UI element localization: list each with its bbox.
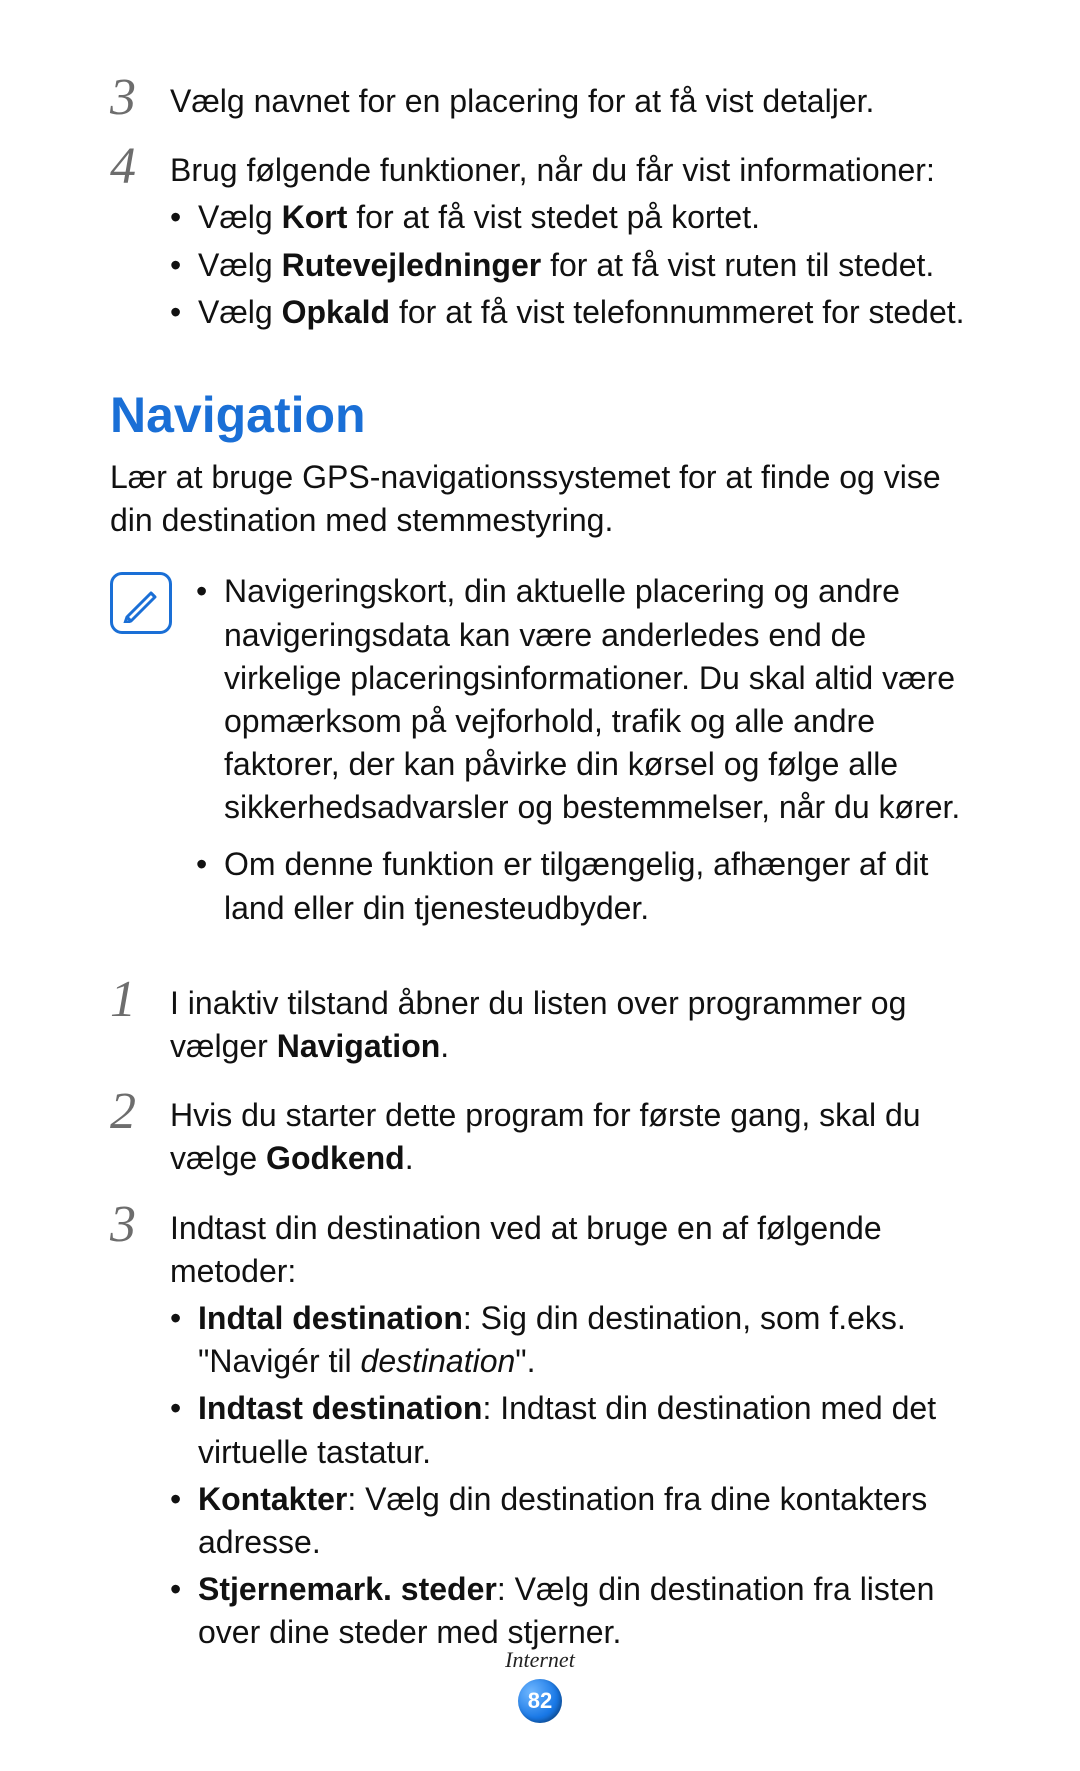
bullet-post: for at få vist ruten til stedet. [541,247,934,283]
step-text: Vælg navnet for en placering for at få v… [170,80,970,123]
bullet-post: ". [515,1343,535,1379]
bullet-bold: Kontakter [198,1481,347,1517]
list-item: Om denne funktion er tilgængelig, afhæng… [196,843,970,929]
step-body: I inaktiv tilstand åbner du listen over … [170,972,970,1072]
list-item: Vælg Kort for at få vist stedet på korte… [170,196,970,239]
list-item: Navigeringskort, din aktuelle placering … [196,570,970,829]
bullet-pre: Vælg [198,294,282,330]
note-icon [110,572,172,634]
step-post: . [440,1028,449,1064]
step-body: Hvis du starter dette program for første… [170,1084,970,1184]
step-text: I inaktiv tilstand åbner du listen over … [170,982,970,1068]
list-item: Vælg Rutevejledninger for at få vist rut… [170,244,970,287]
step-body: Vælg navnet for en placering for at få v… [170,70,970,127]
bullet-post: for at få vist stedet på kortet. [347,199,760,235]
list-item: Indtast destination: Indtast din destina… [170,1387,970,1473]
step-row: 3 Indtast din destination ved at bruge e… [110,1197,970,1659]
step-bold: Godkend [266,1140,405,1176]
list-item: Vælg Opkald for at få vist telefonnummer… [170,291,970,334]
section-heading: Navigation [110,386,970,444]
step-number: 3 [110,70,170,124]
bullet-pre: Vælg [198,199,282,235]
section-lead: Lær at bruge GPS-navigationssystemet for… [110,456,970,542]
list-item: Kontakter: Vælg din destination fra dine… [170,1478,970,1564]
bullet-bold: Indtal destination [198,1300,463,1336]
page-footer: Internet 82 [0,1647,1080,1723]
bullet-post: for at få vist telefonnummeret for stede… [390,294,964,330]
step-bold: Navigation [277,1028,441,1064]
manual-page: 3 Vælg navnet for en placering for at få… [0,0,1080,1771]
step-number: 2 [110,1084,170,1138]
step-body: Indtast din destination ved at bruge en … [170,1197,970,1659]
step-number: 4 [110,139,170,193]
list-item: Stjernemark. steder: Vælg din destinatio… [170,1568,970,1654]
step-body: Brug følgende funktioner, når du får vis… [170,139,970,338]
page-number-badge: 82 [518,1679,562,1723]
note-list: Navigeringskort, din aktuelle placering … [196,570,970,930]
bullet-italic: destination [361,1343,516,1379]
bullet-bold: Opkald [282,294,390,330]
step-bullet-list: Vælg Kort for at få vist stedet på korte… [170,196,970,334]
step-row: 1 I inaktiv tilstand åbner du listen ove… [110,972,970,1072]
bullet-bold: Stjernemark. steder [198,1571,497,1607]
bullet-bold: Indtast destination [198,1390,482,1426]
step-number: 3 [110,1197,170,1251]
footer-section-label: Internet [0,1647,1080,1673]
step-number: 1 [110,972,170,1026]
note-body: Navigeringskort, din aktuelle placering … [196,566,970,944]
bullet-pre: Vælg [198,247,282,283]
step-text: Indtast din destination ved at bruge en … [170,1207,970,1293]
step-text: Brug følgende funktioner, når du får vis… [170,149,970,192]
step-bullet-list: Indtal destination: Sig din destination,… [170,1297,970,1655]
step-post: . [405,1140,414,1176]
list-item: Indtal destination: Sig din destination,… [170,1297,970,1383]
step-text: Hvis du starter dette program for første… [170,1094,970,1180]
step-row: 2 Hvis du starter dette program for førs… [110,1084,970,1184]
bullet-bold: Rutevejledninger [282,247,542,283]
note-block: Navigeringskort, din aktuelle placering … [110,566,970,944]
step-row: 3 Vælg navnet for en placering for at få… [110,70,970,127]
step-row: 4 Brug følgende funktioner, når du får v… [110,139,970,338]
bullet-bold: Kort [282,199,348,235]
